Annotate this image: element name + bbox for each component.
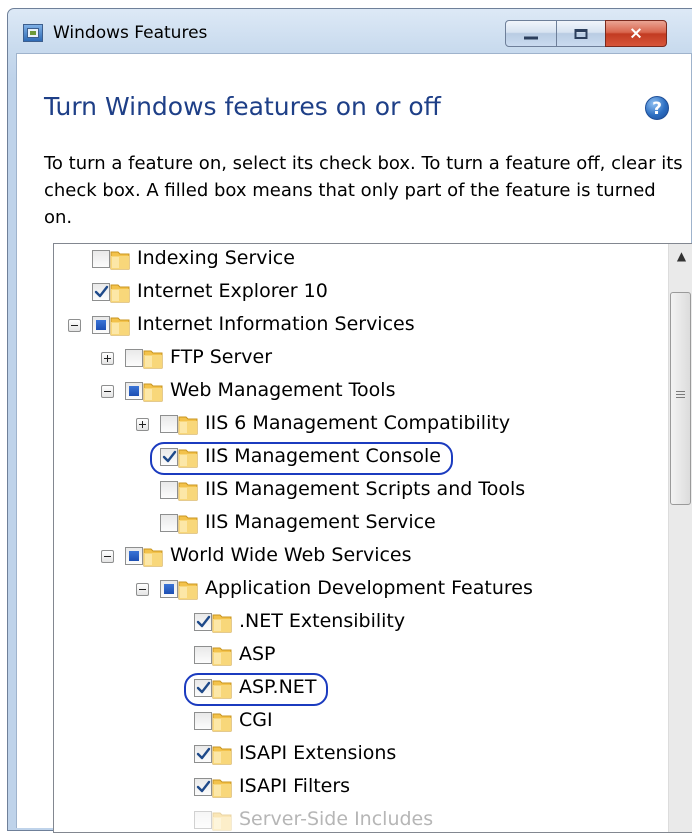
feature-row[interactable]: .NET Extensibility	[54, 607, 692, 640]
folder-icon	[212, 743, 232, 765]
window-title: Windows Features	[53, 23, 208, 43]
expand-icon[interactable]	[136, 418, 149, 431]
maximize-icon	[574, 28, 588, 39]
feature-checkbox[interactable]	[92, 250, 110, 268]
feature-label: ISAPI Extensions	[239, 742, 397, 764]
feature-row[interactable]: ASP.NET	[54, 673, 692, 706]
folder-icon	[178, 512, 198, 534]
feature-row[interactable]: World Wide Web Services	[54, 541, 692, 574]
feature-label: IIS 6 Management Compatibility	[205, 412, 511, 434]
feature-label: ISAPI Filters	[239, 775, 351, 797]
collapse-icon[interactable]	[101, 550, 114, 563]
instructions-text: To turn a feature on, select its check b…	[44, 153, 683, 228]
feature-checkbox[interactable]	[160, 415, 178, 433]
minimize-icon	[524, 36, 538, 39]
feature-row[interactable]: CGI	[54, 706, 692, 739]
folder-icon	[110, 281, 130, 303]
feature-label: Indexing Service	[137, 247, 295, 269]
feature-checkbox[interactable]	[160, 481, 178, 499]
folder-icon	[143, 545, 163, 567]
feature-checkbox[interactable]	[194, 646, 212, 664]
highlight-outline	[184, 673, 328, 706]
dialog-content: Turn Windows features on or off ? To tur…	[16, 53, 692, 833]
feature-checkbox[interactable]	[194, 613, 212, 631]
folder-icon	[178, 479, 198, 501]
feature-checkbox[interactable]	[125, 382, 143, 400]
feature-label: Server-Side Includes	[239, 808, 434, 830]
help-icon[interactable]: ?	[645, 96, 669, 120]
collapse-icon[interactable]	[101, 385, 114, 398]
feature-checkbox[interactable]	[194, 712, 212, 730]
feature-checkbox[interactable]	[194, 778, 212, 796]
feature-row[interactable]: IIS 6 Management Compatibility	[54, 409, 692, 442]
windows-features-app-icon	[23, 24, 43, 42]
folder-icon	[212, 809, 232, 831]
feature-label: Internet Explorer 10	[137, 280, 328, 302]
folder-icon	[212, 611, 232, 633]
feature-label: .NET Extensibility	[239, 610, 406, 632]
folder-icon	[110, 248, 130, 270]
feature-checkbox[interactable]	[194, 811, 212, 829]
feature-row[interactable]: ISAPI Extensions	[54, 739, 692, 772]
feature-row[interactable]: Server-Side Includes	[54, 805, 692, 832]
close-icon: ×	[628, 23, 644, 43]
feature-label: ASP	[239, 643, 276, 665]
folder-icon	[212, 776, 232, 798]
feature-label: Web Management Tools	[170, 379, 396, 401]
feature-label: IIS Management Service	[205, 511, 436, 533]
folder-icon	[212, 710, 232, 732]
minimize-button[interactable]	[505, 20, 557, 47]
feature-row[interactable]: IIS Management Service	[54, 508, 692, 541]
folder-icon	[178, 413, 198, 435]
expand-icon[interactable]	[101, 352, 114, 365]
feature-checkbox[interactable]	[92, 316, 110, 334]
scroll-grip-icon	[676, 391, 685, 400]
feature-label: Application Development Features	[205, 577, 533, 599]
scroll-up-arrow-icon[interactable]: ▲	[669, 244, 692, 268]
feature-checkbox[interactable]	[125, 547, 143, 565]
features-tree[interactable]: Indexing Service Internet Explorer 10 Inte…	[53, 243, 692, 833]
feature-row[interactable]: FTP Server	[54, 343, 692, 376]
folder-icon	[178, 578, 198, 600]
feature-row[interactable]: IIS Management Scripts and Tools	[54, 475, 692, 508]
feature-row[interactable]: Internet Information Services	[54, 310, 692, 343]
feature-row[interactable]: Indexing Service	[54, 244, 692, 277]
folder-icon	[143, 347, 163, 369]
feature-checkbox[interactable]	[160, 514, 178, 532]
feature-row[interactable]: ISAPI Filters	[54, 772, 692, 805]
collapse-icon[interactable]	[68, 319, 81, 332]
highlight-outline	[150, 442, 453, 475]
feature-row[interactable]: Internet Explorer 10	[54, 277, 692, 310]
maximize-button[interactable]	[556, 20, 606, 47]
folder-icon	[212, 644, 232, 666]
feature-label: FTP Server	[170, 346, 273, 368]
feature-checkbox[interactable]	[160, 580, 178, 598]
close-button[interactable]: ×	[605, 20, 667, 47]
title-bar[interactable]: Windows Features ×	[8, 9, 692, 53]
feature-label: CGI	[239, 709, 273, 731]
feature-row[interactable]: Application Development Features	[54, 574, 692, 607]
folder-icon	[110, 314, 130, 336]
folder-icon	[143, 380, 163, 402]
page-title: Turn Windows features on or off	[44, 92, 441, 121]
feature-label: Internet Information Services	[137, 313, 415, 335]
vertical-scrollbar[interactable]: ▲	[668, 244, 692, 832]
feature-checkbox[interactable]	[92, 283, 110, 301]
feature-row[interactable]: IIS Management Console	[54, 442, 692, 475]
feature-row[interactable]: Web Management Tools	[54, 376, 692, 409]
feature-row[interactable]: ASP	[54, 640, 692, 673]
feature-label: World Wide Web Services	[170, 544, 412, 566]
collapse-icon[interactable]	[136, 583, 149, 596]
feature-checkbox[interactable]	[194, 745, 212, 763]
scroll-thumb[interactable]	[670, 292, 691, 505]
windows-features-window: Windows Features × Turn Windows features…	[7, 8, 692, 833]
feature-checkbox[interactable]	[125, 349, 143, 367]
feature-label: IIS Management Scripts and Tools	[205, 478, 526, 500]
